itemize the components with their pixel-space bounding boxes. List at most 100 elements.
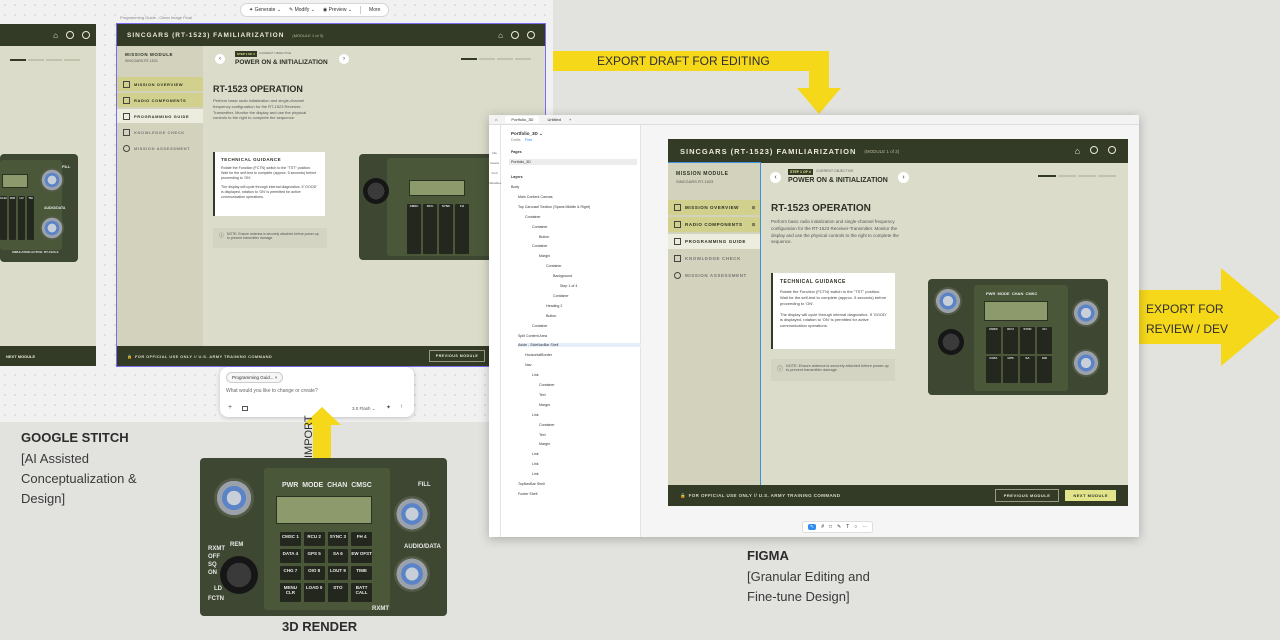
- page-item[interactable]: Portfolio_3D: [509, 159, 637, 165]
- move-tool-icon[interactable]: ↖: [808, 524, 817, 530]
- tab-untitled[interactable]: Untitled: [547, 117, 561, 122]
- stitch-frame-main[interactable]: SINCGARS (RT-1523) FAMILIARIZATION (MODU…: [116, 23, 546, 367]
- generate-button[interactable]: ✦ Generate ⌄: [249, 7, 281, 13]
- layer-row[interactable]: Margin: [539, 254, 550, 258]
- body-text: Perform basic radio initialization and s…: [213, 98, 307, 121]
- layer-row[interactable]: Main Content Canvas: [518, 195, 553, 199]
- rail-assets[interactable]: Assets: [489, 161, 500, 165]
- next-step-button[interactable]: ›: [339, 54, 349, 64]
- frame-tool-icon[interactable]: #: [821, 524, 824, 530]
- connector-icon: [394, 556, 430, 592]
- more-button[interactable]: More: [369, 7, 380, 13]
- profile-icon[interactable]: [1108, 146, 1116, 154]
- layer-row[interactable]: Button: [546, 314, 556, 318]
- sidebar-item-radio-components[interactable]: RADIO COMPONENTS ⊙: [668, 217, 760, 232]
- comment-tool-icon[interactable]: ○: [854, 524, 857, 530]
- image-icon[interactable]: [242, 406, 248, 411]
- prev-step-button[interactable]: ‹: [770, 172, 781, 183]
- layer-row[interactable]: Aside - SideNavBar Shell: [518, 343, 641, 348]
- next-module-button[interactable]: NEXT MODULE: [1065, 490, 1116, 501]
- previous-module-button[interactable]: PREVIOUS MODULE: [428, 350, 486, 362]
- rail-file[interactable]: File: [489, 151, 500, 155]
- help-icon[interactable]: [66, 30, 74, 39]
- app-footer: 🔒 FOR OFFICIAL USE ONLY // U.S. ARMY TRA…: [668, 485, 1128, 506]
- layer-row[interactable]: Link: [532, 472, 539, 476]
- layer-row[interactable]: Heading 2: [546, 304, 562, 308]
- layer-row[interactable]: TopNavBar Shell: [518, 482, 545, 486]
- figma-frame[interactable]: SINCGARS (RT-1523) FAMILIARIZATION (MODU…: [668, 139, 1128, 506]
- preview-button[interactable]: ◉ Preview ⌄: [323, 7, 352, 13]
- shape-tool-icon[interactable]: □: [829, 524, 832, 530]
- home-icon[interactable]: ⌂: [1075, 146, 1080, 156]
- sidebar-item-mission-assessment[interactable]: MISSION ASSESSMENT: [668, 268, 760, 283]
- layer-row[interactable]: Step 1 of 4: [560, 284, 577, 288]
- actions-tool-icon[interactable]: ⋯: [862, 524, 867, 530]
- layer-row[interactable]: Text: [539, 393, 546, 397]
- profile-icon[interactable]: [82, 30, 90, 39]
- layer-row[interactable]: Container: [525, 215, 541, 219]
- figma-home-icon[interactable]: ⌂: [495, 117, 497, 122]
- sidebar-item-radio-components[interactable]: RADIO COMPONENTS: [117, 93, 203, 107]
- sidebar-item-programming-guide[interactable]: PROGRAMMING GUIDE: [668, 234, 760, 249]
- help-icon[interactable]: [1090, 146, 1098, 154]
- send-icon[interactable]: ↑: [400, 404, 403, 410]
- help-icon[interactable]: [511, 30, 519, 39]
- rail-find[interactable]: Find: [489, 171, 500, 175]
- layer-row[interactable]: Container: [532, 225, 548, 229]
- tab-portfolio[interactable]: Portfolio_3D: [505, 116, 540, 123]
- sidebar-item-mission-overview[interactable]: MISSION OVERVIEW ⊙: [668, 200, 760, 215]
- next-step-button[interactable]: ›: [898, 172, 909, 183]
- sidebar-item-mission-assessment[interactable]: MISSION ASSESSMENT: [117, 141, 203, 155]
- close-icon[interactable]: ×: [275, 375, 278, 380]
- layer-row[interactable]: Link: [532, 413, 539, 417]
- modify-button[interactable]: ✎ Modify ⌄: [289, 7, 315, 13]
- prompt-input[interactable]: What would you like to change or create?: [226, 388, 318, 394]
- layer-row[interactable]: Text: [539, 433, 546, 437]
- layer-row[interactable]: Body: [511, 185, 519, 189]
- layer-row[interactable]: Link: [532, 452, 539, 456]
- next-module-button-left[interactable]: NEXT MODULE: [6, 354, 35, 359]
- layer-row[interactable]: Background: [553, 274, 572, 278]
- home-icon[interactable]: ⌂: [53, 31, 58, 40]
- layer-row[interactable]: Container: [539, 423, 555, 427]
- layer-row[interactable]: Footer Shell: [518, 492, 537, 496]
- file-tab-free[interactable]: Free: [525, 138, 532, 142]
- layer-row[interactable]: Link: [532, 462, 539, 466]
- sidebar-item-knowledge-check[interactable]: KNOWLEDGE CHECK: [668, 251, 760, 266]
- context-chip[interactable]: Programming Guid... ×: [226, 372, 284, 383]
- layer-row[interactable]: Nav: [525, 363, 531, 367]
- home-icon[interactable]: ⌂: [498, 31, 503, 40]
- layer-row[interactable]: Container: [532, 324, 548, 328]
- sparkle-icon[interactable]: ✦: [386, 404, 391, 411]
- new-tab-button[interactable]: +: [569, 117, 571, 122]
- sidebar-item-programming-guide[interactable]: PROGRAMMING GUIDE: [117, 109, 203, 123]
- app-topbar: SINCGARS (RT-1523) FAMILIARIZATION (MODU…: [668, 139, 1128, 163]
- stitch-frame-left[interactable]: ⌂ CHG OIO LD TM FILL AUDIO/DATA SIMULATI…: [0, 24, 96, 366]
- previous-module-button[interactable]: PREVIOUS MODULE: [994, 489, 1060, 502]
- rail-variables[interactable]: Variables: [489, 181, 501, 185]
- layer-row[interactable]: Container: [532, 244, 548, 248]
- radio-key: DATA 4: [280, 549, 301, 563]
- note-box: ⓘ NOTE: Ensure antenna is securely attac…: [771, 359, 895, 381]
- layer-row[interactable]: Container: [539, 383, 555, 387]
- text-tool-icon[interactable]: T: [846, 524, 849, 530]
- sidebar-item-knowledge-check[interactable]: KNOWLEDGE CHECK: [117, 125, 203, 139]
- pen-tool-icon[interactable]: ✎: [837, 524, 841, 530]
- layer-row[interactable]: Container: [546, 264, 562, 268]
- prev-step-button[interactable]: ‹: [215, 54, 225, 64]
- layer-row[interactable]: HorizontalBorder: [525, 353, 552, 357]
- radio-key: LD: [18, 196, 25, 240]
- sidebar-item-mission-overview[interactable]: MISSION OVERVIEW: [117, 77, 203, 91]
- layer-row[interactable]: Split Content Area: [518, 334, 547, 338]
- layer-row[interactable]: Button: [539, 235, 549, 239]
- file-name[interactable]: Portfolio_3D ⌄: [511, 131, 543, 137]
- layer-row[interactable]: Margin: [539, 403, 550, 407]
- layer-row[interactable]: Link: [532, 373, 539, 377]
- layer-row[interactable]: Margin: [539, 442, 550, 446]
- profile-icon[interactable]: [527, 30, 535, 39]
- model-select[interactable]: 3.0 Flash ⌄: [352, 406, 376, 412]
- layer-row[interactable]: Top Carousel Section (Spans Middle & Rig…: [518, 205, 590, 209]
- add-button[interactable]: +: [228, 404, 232, 411]
- file-tab-drafts[interactable]: Drafts: [511, 138, 521, 142]
- layer-row[interactable]: Container: [553, 294, 569, 298]
